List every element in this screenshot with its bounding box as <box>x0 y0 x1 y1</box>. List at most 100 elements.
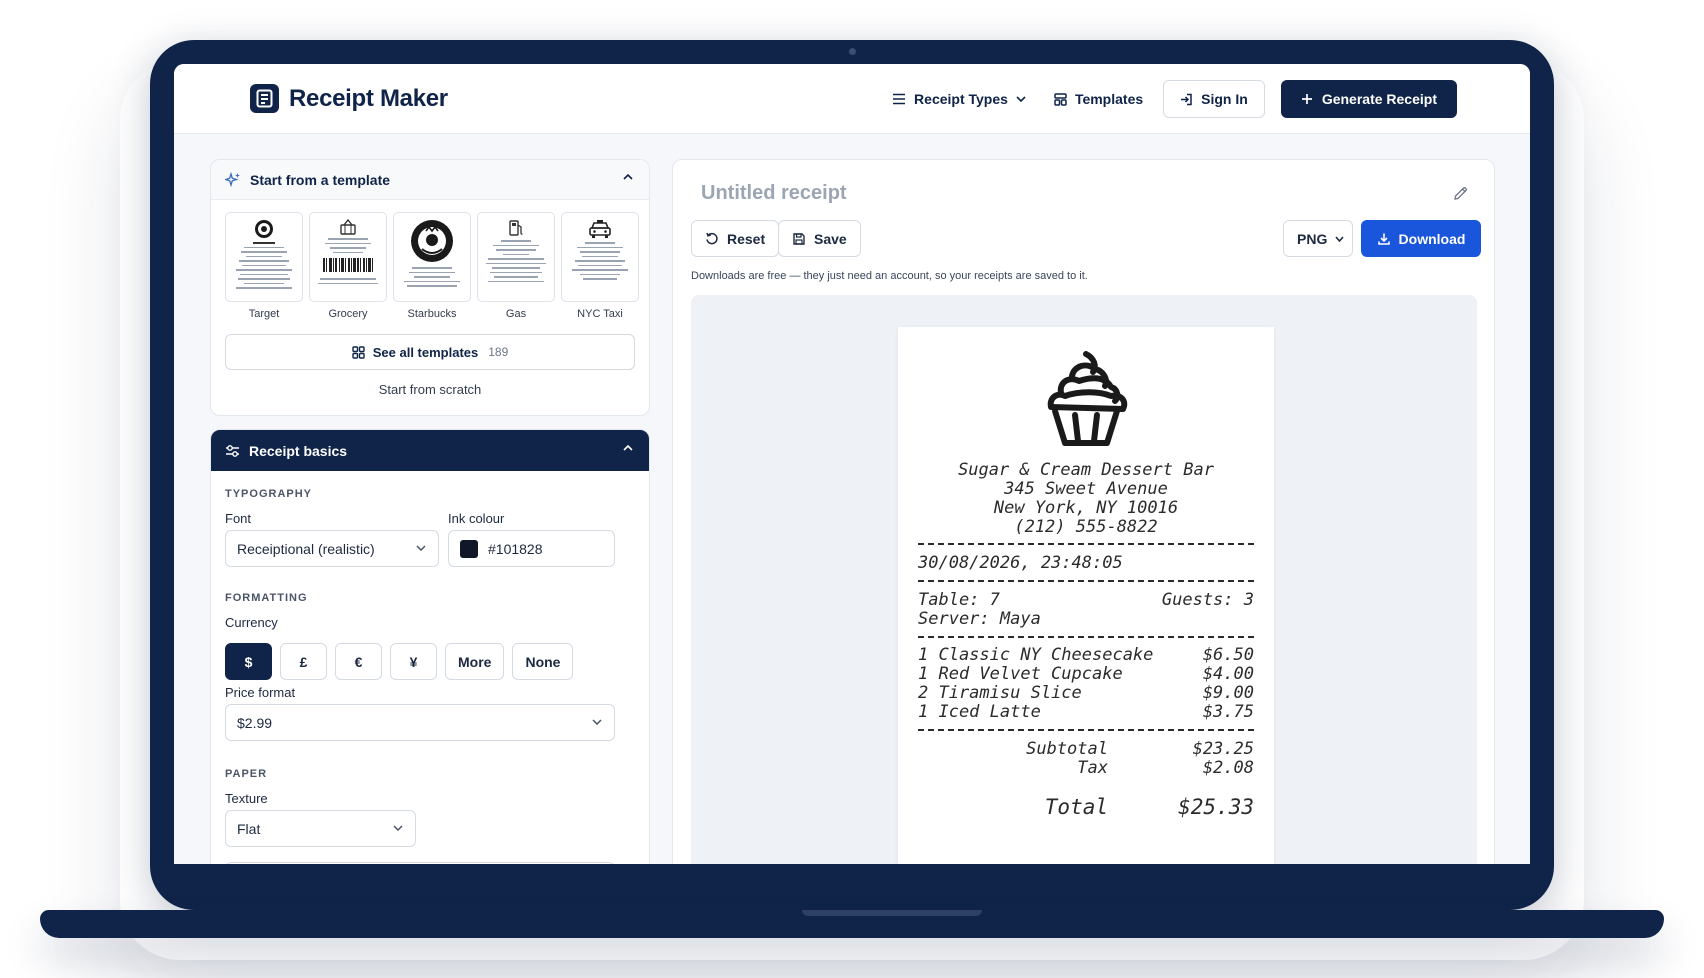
currency-usd-button[interactable]: $ <box>225 643 272 680</box>
see-all-label: See all templates <box>372 344 479 360</box>
templates-label: Templates <box>1074 91 1144 107</box>
generate-receipt-button[interactable]: Generate Receipt <box>1280 80 1457 118</box>
receipt-tax-row: Tax $2.08 <box>1008 758 1254 779</box>
sparkle-icon <box>225 171 240 187</box>
font-value: Receiptional (realistic) <box>237 540 375 557</box>
generate-receipt-label: Generate Receipt <box>1321 91 1437 107</box>
receipt-title[interactable]: Untitled receipt <box>701 182 847 205</box>
receipt-basics-header[interactable]: Receipt basics <box>211 430 649 471</box>
plus-icon <box>1301 94 1312 104</box>
template-panel-title: Start from a template <box>250 171 391 188</box>
templates-link[interactable]: Templates <box>1040 80 1157 118</box>
ink-colour-swatch[interactable] <box>460 539 478 558</box>
reset-icon <box>706 232 718 244</box>
receipt-types-label: Receipt Types <box>914 91 1008 107</box>
item-description: 2 Tiramisu Slice <box>918 683 1082 703</box>
chevron-up-icon[interactable] <box>623 445 633 451</box>
target-thumbnail <box>225 212 303 302</box>
format-value: PNG <box>1297 230 1328 247</box>
template-label: Gas <box>505 308 527 320</box>
tax-label: Tax <box>1077 758 1108 778</box>
receipt-server-row: Server: Maya <box>918 609 1254 630</box>
currency-gbp-button[interactable]: £ <box>280 643 327 680</box>
currency-more-button[interactable]: More <box>445 643 505 680</box>
app-screen: Receipt Maker Receipt Types Templates Si… <box>174 64 1530 864</box>
item-price: $6.50 <box>1202 645 1254 665</box>
reset-label: Reset <box>727 230 766 247</box>
chevron-down-icon <box>1335 236 1344 242</box>
item-price: $4.00 <box>1202 664 1254 684</box>
item-description: 1 Red Velvet Cupcake <box>918 664 1123 684</box>
template-label: NYC Taxi <box>577 308 623 320</box>
download-button[interactable]: Download <box>1361 220 1481 257</box>
shopping-basket-icon <box>340 219 356 235</box>
receipt-item-row: 1 Classic NY Cheesecake $6.50 <box>918 645 1254 666</box>
receipt-paper: Sugar & Cream Dessert Bar 345 Sweet Aven… <box>898 327 1274 864</box>
laptop-base <box>40 910 1664 938</box>
price-format-select[interactable]: $2.99 <box>225 704 615 741</box>
see-all-templates-button[interactable]: See all templates 189 <box>225 334 635 370</box>
template-panel-header[interactable]: Start from a template <box>211 160 649 200</box>
formatting-section-label: FORMATTING <box>225 592 308 604</box>
receipt-business-name: Sugar & Cream Dessert Bar <box>958 460 1214 480</box>
starbucks-thumbnail <box>393 212 471 302</box>
receipt-datetime: 30/08/2026, 23:48:05 <box>918 553 1123 573</box>
barcode-icon <box>323 258 373 272</box>
download-icon <box>1377 233 1390 245</box>
font-label: Font <box>225 511 252 526</box>
template-target[interactable]: Target <box>225 212 303 320</box>
font-select[interactable]: Receiptional (realistic) <box>225 530 439 567</box>
currency-options: $ £ € ¥ More None <box>225 643 574 680</box>
cupcake-logo-icon <box>1047 351 1128 446</box>
download-note: Downloads are free — they just need an a… <box>691 270 1088 282</box>
taxi-icon <box>589 220 611 238</box>
coffee-siren-logo-icon <box>411 220 453 262</box>
download-label: Download <box>1398 230 1466 247</box>
receipt-canvas: Sugar & Cream Dessert Bar 345 Sweet Aven… <box>691 295 1477 864</box>
save-button[interactable]: Save <box>778 220 861 257</box>
start-from-scratch-link[interactable]: Start from scratch <box>211 382 649 397</box>
sign-in-button[interactable]: Sign In <box>1163 80 1265 118</box>
receipt-logo-icon <box>250 84 279 113</box>
receipt-guests: Guests: 3 <box>1161 590 1254 610</box>
template-count: 189 <box>488 345 509 359</box>
item-description: 1 Iced Latte <box>918 702 1041 722</box>
save-icon <box>793 232 805 245</box>
pencil-icon[interactable] <box>1453 186 1468 201</box>
receipt-divider <box>918 729 1254 731</box>
next-field-select[interactable] <box>225 862 615 864</box>
template-gas[interactable]: Gas <box>477 212 555 320</box>
chevron-up-icon[interactable] <box>623 174 633 180</box>
brand-name: Receipt Maker <box>289 84 448 112</box>
receipt-datetime-row: 30/08/2026, 23:48:05 <box>918 553 1254 574</box>
receipt-table: Table: 7 <box>918 590 1000 610</box>
template-grocery[interactable]: Grocery <box>309 212 387 320</box>
template-nyc-taxi[interactable]: NYC Taxi <box>561 212 639 320</box>
reset-button[interactable]: Reset <box>691 220 780 257</box>
price-format-label: Price format <box>225 685 296 700</box>
chevron-down-icon <box>1016 96 1026 102</box>
currency-eur-button[interactable]: € <box>335 643 382 680</box>
receipt-item-row: 2 Tiramisu Slice $9.00 <box>918 683 1254 704</box>
ink-colour-input[interactable]: #101828 <box>448 530 615 567</box>
sign-in-label: Sign In <box>1201 91 1248 107</box>
brand[interactable]: Receipt Maker <box>250 84 448 113</box>
receipt-total-row: Total $25.33 <box>1008 795 1254 819</box>
save-label: Save <box>814 230 847 247</box>
currency-none-button[interactable]: None <box>512 643 574 680</box>
receipt-basics-panel: Receipt basics TYPOGRAPHY Font Ink colou… <box>210 429 650 864</box>
format-select[interactable]: PNG <box>1283 220 1353 257</box>
receipt-phone: (212) 555-8822 <box>1014 517 1158 537</box>
item-price: $9.00 <box>1202 683 1254 703</box>
template-starbucks[interactable]: Starbucks <box>393 212 471 320</box>
total-value: $25.33 <box>1178 795 1254 819</box>
typography-section-label: TYPOGRAPHY <box>225 488 313 500</box>
template-label: Grocery <box>328 308 368 320</box>
receipt-address-line1: 345 Sweet Avenue <box>1004 479 1168 499</box>
texture-label: Texture <box>225 791 268 806</box>
item-price: $3.75 <box>1202 702 1254 722</box>
currency-jpy-button[interactable]: ¥ <box>390 643 437 680</box>
price-format-value: $2.99 <box>237 714 273 731</box>
texture-select[interactable]: Flat <box>225 810 416 847</box>
receipt-types-menu[interactable]: Receipt Types <box>878 80 1040 118</box>
